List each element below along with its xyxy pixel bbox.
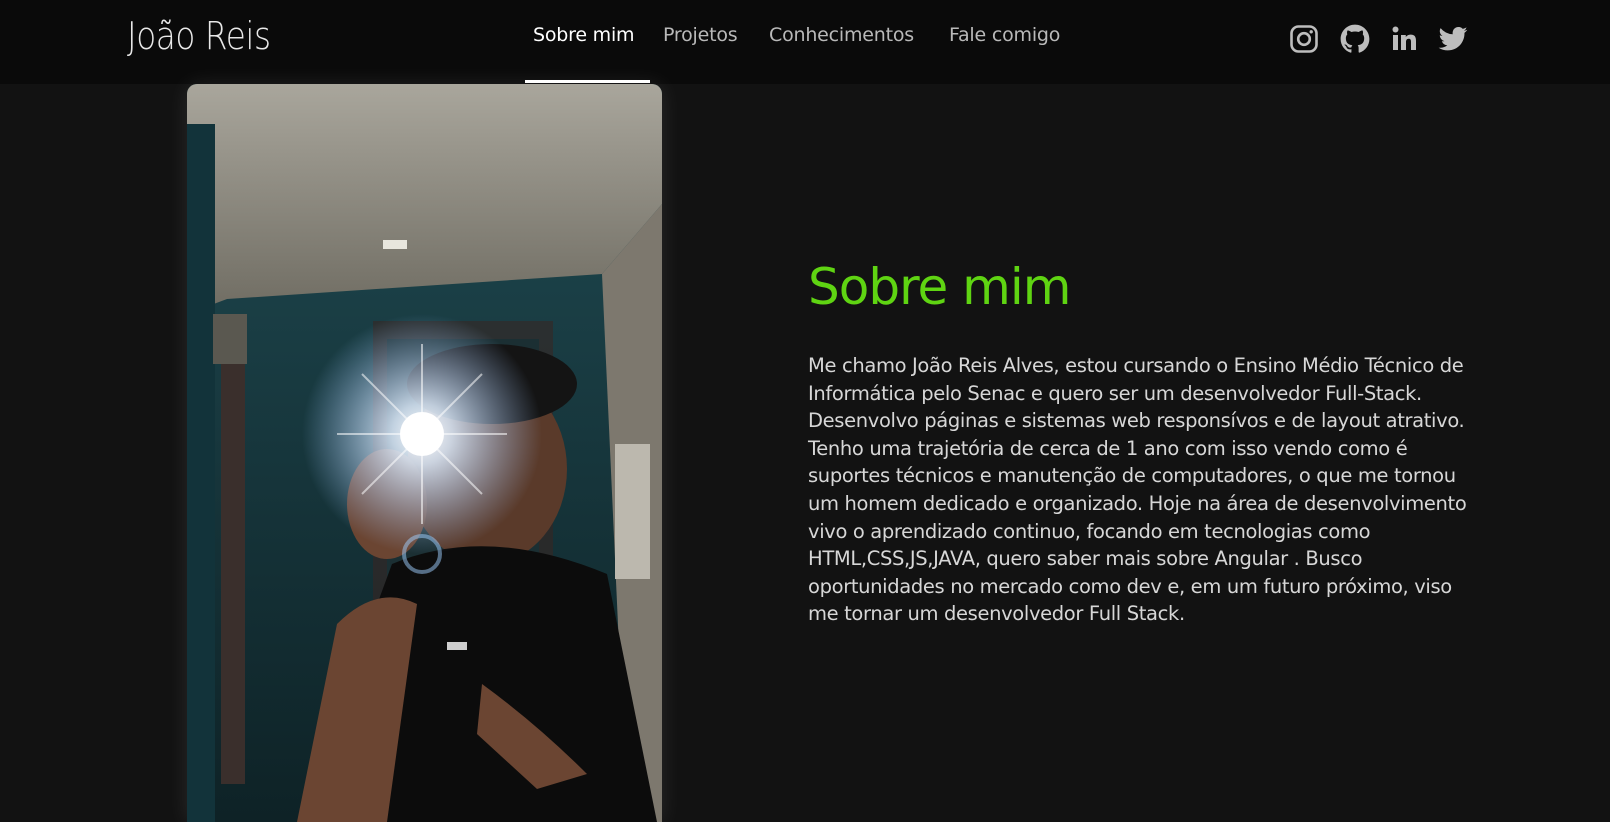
brand-logo[interactable]: João Reis [127,14,271,58]
nav-link-sobre-mim[interactable]: Sobre mim [533,24,635,46]
navbar: João Reis Sobre mim Projetos Conheciment… [0,0,1610,84]
profile-photo [187,84,662,822]
about-paragraph: Me chamo João Reis Alves, estou cursando… [808,354,1467,626]
nav-link-fale-comigo[interactable]: Fale comigo [949,24,1060,46]
about-title: Sobre mim [808,258,1071,316]
instagram-icon[interactable] [1289,24,1319,54]
linkedin-icon[interactable] [1390,24,1420,54]
nav-link-conhecimentos[interactable]: Conhecimentos [769,24,914,46]
active-nav-indicator [525,80,650,83]
nav-link-projetos[interactable]: Projetos [663,24,738,46]
github-icon[interactable] [1340,24,1370,54]
twitter-icon[interactable] [1438,24,1468,54]
